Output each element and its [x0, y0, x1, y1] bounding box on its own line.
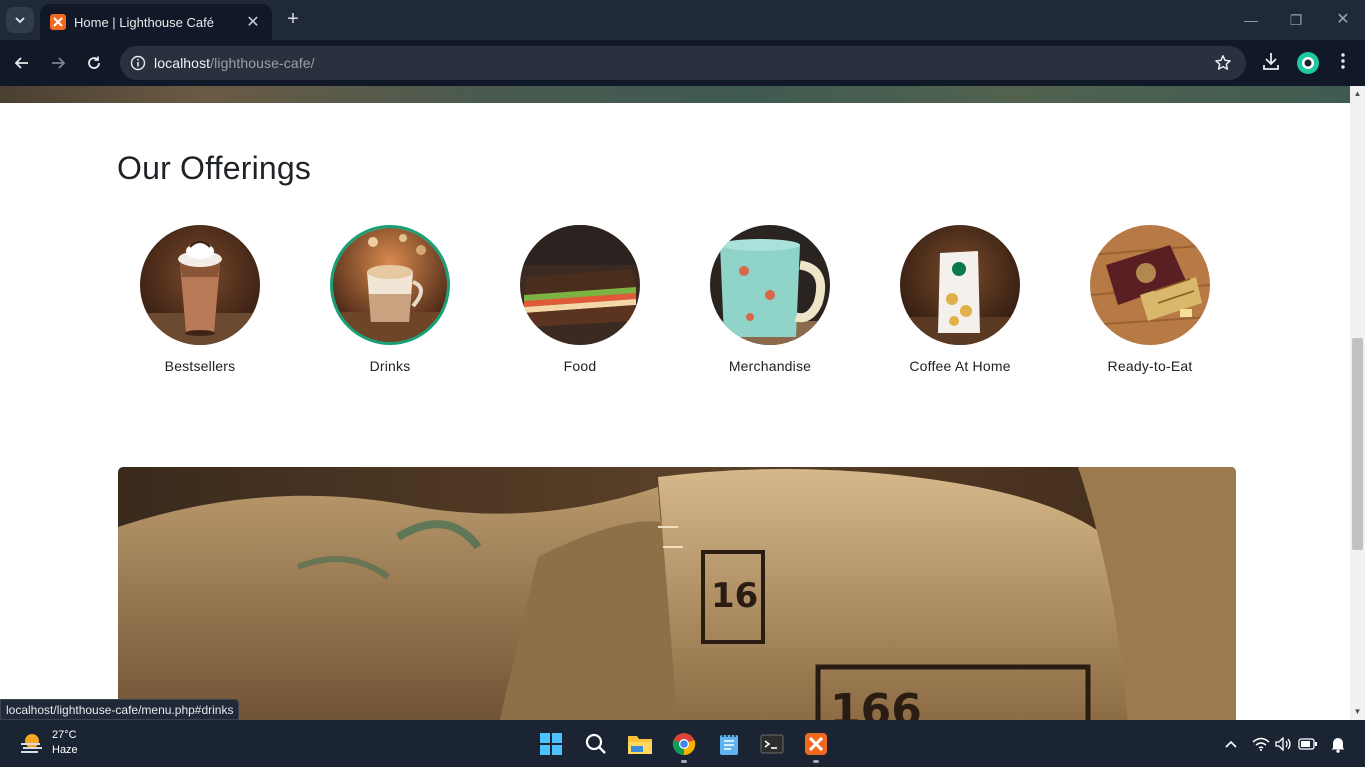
profile-avatar[interactable]: [1297, 52, 1319, 79]
battery-icon[interactable]: [1298, 734, 1318, 754]
drinks-image: [330, 225, 450, 345]
offering-bestsellers[interactable]: Bestsellers: [140, 225, 260, 374]
address-bar[interactable]: localhost/lighthouse-cafe/: [120, 46, 1246, 80]
tab-title: Home | Lighthouse Café: [74, 14, 214, 30]
ready-to-eat-image: [1090, 225, 1210, 345]
bestsellers-image: [140, 225, 260, 345]
site-info-icon[interactable]: [122, 55, 154, 71]
weather-temperature: 27°C: [52, 729, 77, 741]
xampp-favicon-icon: [50, 14, 66, 30]
offerings-list: Bestsellers Drinks Food Merchandise Coff…: [140, 225, 1240, 385]
haze-weather-icon: [21, 734, 42, 753]
new-tab-button[interactable]: +: [282, 8, 304, 32]
scroll-thumb[interactable]: [1352, 338, 1363, 550]
running-indicator: [681, 760, 687, 763]
offering-coffee-at-home[interactable]: Coffee At Home: [900, 225, 1020, 374]
close-window-icon[interactable]: ✕: [1330, 8, 1356, 32]
running-indicator: [813, 760, 819, 763]
merchandise-image: [710, 225, 830, 345]
file-explorer-icon[interactable]: [626, 730, 654, 758]
minimize-icon[interactable]: —: [1238, 8, 1264, 32]
offering-label: Coffee At Home: [909, 358, 1011, 374]
offering-label: Merchandise: [728, 358, 812, 374]
offering-drinks[interactable]: Drinks: [330, 225, 450, 374]
tab-close-icon[interactable]: ✕: [244, 12, 262, 32]
active-tab[interactable]: Home | Lighthouse Café ✕: [40, 4, 272, 40]
coffee-at-home-image: [900, 225, 1020, 345]
page-scrollbar[interactable]: ▲ ▼: [1350, 86, 1365, 720]
restore-icon[interactable]: ❐: [1283, 8, 1309, 32]
browser-toolbar: localhost/lighthouse-cafe/: [0, 40, 1365, 86]
wifi-icon[interactable]: [1251, 734, 1271, 754]
offering-ready-to-eat[interactable]: Ready-to-Eat: [1090, 225, 1210, 374]
back-icon[interactable]: [10, 51, 34, 75]
windows-taskbar: 27°C Haze: [0, 720, 1365, 767]
forward-icon[interactable]: [46, 51, 70, 75]
xampp-icon[interactable]: [802, 730, 830, 763]
download-icon[interactable]: [1262, 51, 1280, 76]
start-windows-icon[interactable]: [537, 730, 565, 758]
volume-icon[interactable]: [1274, 734, 1294, 754]
url-text: localhost/lighthouse-cafe/: [154, 55, 315, 71]
hero-image-bottom-edge: [0, 86, 1350, 103]
notepad-icon[interactable]: [715, 730, 743, 758]
coffee-sacks-banner-image: 16 166: [118, 467, 1236, 720]
show-hidden-icons-chevron-icon[interactable]: [1221, 734, 1241, 754]
bookmark-star-icon[interactable]: [1214, 54, 1232, 77]
section-title: Our Offerings: [117, 150, 312, 186]
page-viewport: Our Offerings Bestsellers Drinks Food Me…: [0, 86, 1350, 720]
search-icon[interactable]: [582, 730, 610, 758]
chrome-icon[interactable]: [670, 730, 698, 763]
offering-label: Bestsellers: [164, 358, 236, 374]
scroll-down-arrow-icon[interactable]: ▼: [1350, 704, 1365, 720]
terminal-icon[interactable]: [758, 730, 786, 758]
tab-strip: Home | Lighthouse Café ✕ + — ❐ ✕: [0, 0, 1365, 40]
chevron-down-icon: [15, 17, 25, 24]
weather-widget[interactable]: 27°C Haze: [18, 728, 78, 758]
tab-search-button[interactable]: [6, 7, 34, 33]
notification-bell-icon[interactable]: [1328, 734, 1348, 754]
offering-label: Food: [563, 358, 597, 374]
svg-text:16: 16: [711, 576, 758, 616]
offering-merchandise[interactable]: Merchandise: [710, 225, 830, 374]
kebab-menu-icon[interactable]: [1336, 51, 1350, 76]
offering-label: Drinks: [369, 358, 411, 374]
reload-icon[interactable]: [82, 51, 106, 75]
scroll-up-arrow-icon[interactable]: ▲: [1350, 86, 1365, 102]
food-image: [520, 225, 640, 345]
offering-label: Ready-to-Eat: [1107, 358, 1193, 374]
offering-food[interactable]: Food: [520, 225, 640, 374]
svg-text:166: 166: [830, 685, 922, 720]
link-status-bubble: localhost/lighthouse-cafe/menu.php#drink…: [0, 699, 240, 720]
weather-condition: Haze: [52, 744, 78, 756]
